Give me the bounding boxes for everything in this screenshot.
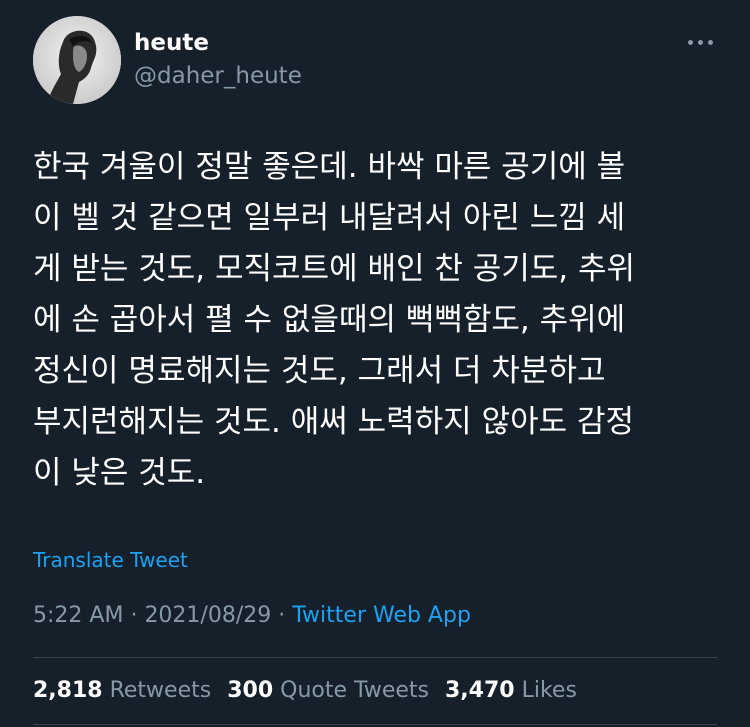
retweets-count: 2,818 [33, 678, 103, 703]
profile-photo-icon [33, 16, 121, 104]
translate-tweet-link[interactable]: Translate Tweet [33, 546, 188, 574]
tweet-text: 한국 겨울이 정말 좋은데. 바싹 마른 공기에 볼 이 벨 것 같으면 일부러… [33, 149, 636, 491]
meta-separator: · [278, 603, 286, 628]
user-handle[interactable]: @daher_heute [134, 62, 302, 90]
more-horizontal-icon[interactable] [680, 30, 720, 54]
likes-label: Likes [521, 678, 577, 703]
quote-tweets-count: 300 [227, 678, 274, 703]
tweet-source-link[interactable]: Twitter Web App [292, 603, 471, 628]
tweet-card: heute @daher_heute 한국 겨울이 정말 좋은데. 바싹 마른 … [0, 0, 750, 727]
meta-separator: · [130, 603, 138, 628]
tweet-time[interactable]: 5:22 AM [33, 603, 123, 628]
likes-count: 3,470 [444, 678, 515, 703]
avatar[interactable] [33, 16, 121, 104]
tweet-meta: 5:22 AM · 2021/08/29 · Twitter Web App [33, 601, 471, 631]
tweet-date[interactable]: 2021/08/29 [144, 603, 271, 628]
display-name[interactable]: heute [134, 29, 209, 57]
quote-tweets-label: Quote Tweets [280, 678, 429, 703]
more-dot [707, 39, 713, 45]
tweet-stats: 2,818 Retweets 300 Quote Tweets 3,470 Li… [33, 676, 577, 706]
more-dot [697, 39, 703, 45]
retweets-label: Retweets [109, 678, 212, 703]
divider [33, 657, 717, 658]
quote-tweets-stat[interactable]: 300 Quote Tweets [227, 676, 429, 706]
divider [33, 724, 717, 725]
more-dot [687, 39, 693, 45]
likes-stat[interactable]: 3,470 Likes [445, 676, 577, 706]
retweets-stat[interactable]: 2,818 Retweets [33, 676, 211, 706]
